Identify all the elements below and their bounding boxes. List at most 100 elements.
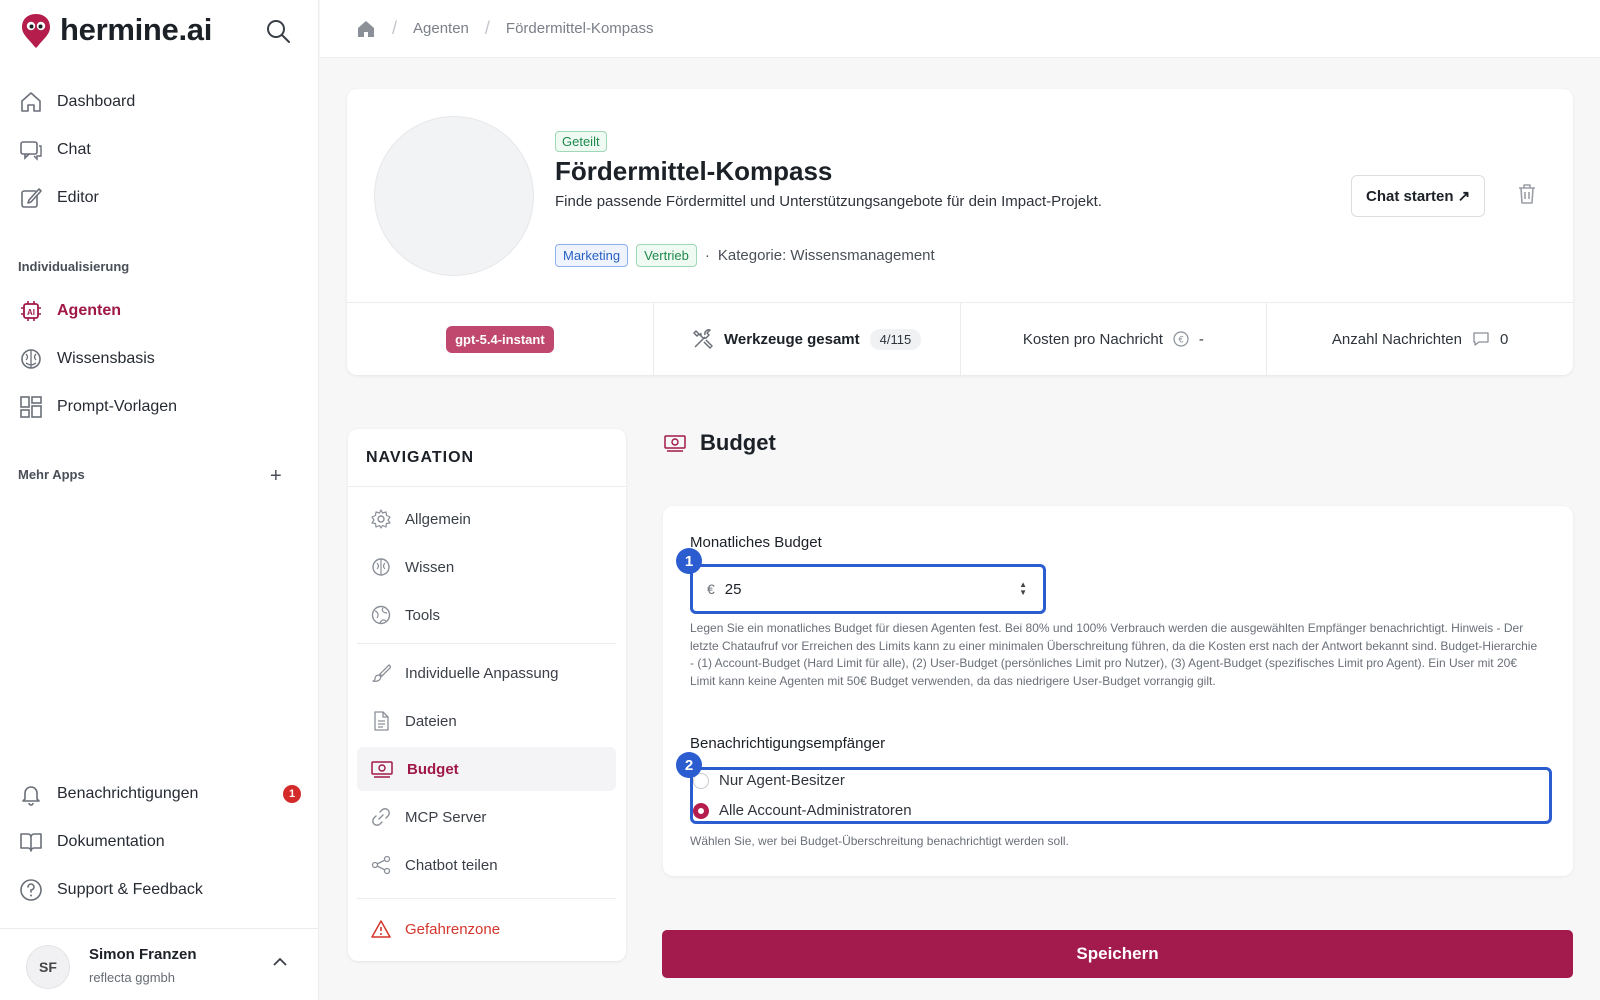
breadcrumb-agenten[interactable]: Agenten — [413, 20, 469, 37]
sidebar-item-label: Prompt-Vorlagen — [57, 398, 178, 415]
add-app-button[interactable]: + — [270, 466, 282, 486]
save-button[interactable]: Speichern — [662, 930, 1573, 978]
breadcrumb-separator: / — [484, 18, 490, 38]
shared-badge: Geteilt — [555, 131, 607, 152]
cost-label: Kosten pro Nachricht — [1022, 330, 1163, 348]
page-title: Fördermittel-Kompass — [555, 156, 833, 186]
navigation-title: NAVIGATION — [366, 449, 475, 466]
nav-gefahrenzone[interactable]: Gefahrenzone — [357, 907, 616, 951]
money-icon — [664, 433, 686, 453]
sidebar-item-documentation[interactable]: Dokumentation — [18, 827, 165, 857]
trash-icon[interactable] — [1517, 183, 1537, 205]
breadcrumb-separator: / — [392, 18, 398, 38]
model-badge[interactable]: gpt-5.4-instant — [446, 325, 554, 353]
sidebar-item-dashboard[interactable]: Dashboard — [18, 87, 135, 117]
bell-icon — [18, 781, 44, 807]
radio-option-owner[interactable]: Nur Agent-Besitzer — [693, 772, 845, 789]
sidebar-item-wissensbasis[interactable]: Wissensbasis — [18, 344, 155, 374]
home-icon[interactable] — [356, 19, 376, 39]
section-title: Budget — [664, 430, 776, 456]
search-icon[interactable] — [265, 18, 293, 46]
nav-label: Chatbot teilen — [405, 856, 498, 874]
warning-icon — [371, 919, 391, 939]
brush-icon — [371, 663, 391, 683]
stat-messages: Anzahl Nachrichten 0 — [1267, 303, 1573, 375]
nav-label: Gefahrenzone — [405, 920, 501, 938]
nav-chatbot-teilen[interactable]: Chatbot teilen — [357, 843, 616, 887]
nav-dateien[interactable]: Dateien — [357, 699, 616, 743]
sidebar-item-label: Editor — [57, 189, 99, 206]
monthly-budget-field[interactable]: € ▲▼ — [690, 564, 1046, 614]
agent-header-card: Geteilt Fördermittel-Kompass Finde passe… — [347, 89, 1573, 375]
agent-category: Kategorie: Wissensmanagement — [717, 247, 935, 264]
stat-cost: Kosten pro Nachricht € - — [961, 303, 1268, 375]
svg-text:€: € — [1178, 335, 1183, 345]
nav-mcp-server[interactable]: MCP Server — [357, 795, 616, 839]
divider — [348, 486, 626, 487]
sidebar-item-label: Agenten — [57, 302, 121, 319]
agent-stats: gpt-5.4-instant Werkzeuge gesamt 4/115 K… — [347, 302, 1573, 375]
radio-option-admins[interactable]: Alle Account-Administratoren — [693, 802, 912, 819]
link-icon — [371, 807, 391, 827]
section-title-more-apps: Mehr Apps — [18, 467, 85, 482]
breadcrumb-current: Fördermittel-Kompass — [505, 20, 654, 37]
sidebar-item-chat[interactable]: Chat — [18, 135, 91, 165]
euro-icon: € — [1173, 331, 1189, 347]
cost-value: - — [1198, 330, 1204, 348]
separator-dot: · — [704, 247, 710, 264]
sidebar-item-editor[interactable]: Editor — [18, 183, 99, 213]
nav-label: Individuelle Anpassung — [405, 664, 559, 682]
topbar: / Agenten / Fördermittel-Kompass — [320, 0, 1600, 58]
sidebar-item-label: Dashboard — [57, 93, 136, 110]
agent-tags: Marketing Vertrieb · Kategorie: Wissensm… — [555, 244, 935, 267]
budget-input[interactable] — [724, 580, 985, 598]
help-icon — [18, 877, 44, 903]
breadcrumb: / Agenten / Fördermittel-Kompass — [356, 18, 653, 39]
nav-label: Dateien — [405, 712, 457, 730]
sidebar-item-notifications[interactable]: Benachrichtigungen — [18, 779, 198, 809]
nav-allgemein[interactable]: Allgemein — [357, 497, 616, 541]
currency-symbol: € — [707, 581, 715, 597]
radio-button-checked[interactable] — [693, 802, 709, 819]
book-icon — [18, 829, 44, 855]
sidebar-item-label: Wissensbasis — [57, 350, 155, 367]
tools-count: 4/115 — [869, 328, 922, 350]
sidebar-item-label: Chat — [57, 141, 91, 158]
nav-tools[interactable]: Tools — [357, 593, 616, 637]
agent-description: Finde passende Fördermittel und Unterstü… — [555, 193, 1102, 210]
recipients-label: Benachrichtigungsempfänger — [690, 735, 886, 752]
nav-budget[interactable]: Budget — [357, 747, 616, 791]
sidebar-item-support[interactable]: Support & Feedback — [18, 875, 203, 905]
brain-icon — [18, 346, 44, 372]
radio-label: Alle Account-Administratoren — [719, 802, 912, 819]
globe-icon — [371, 605, 391, 625]
logo[interactable]: hermine.ai — [20, 12, 212, 48]
messages-value: 0 — [1499, 330, 1509, 348]
user-menu[interactable]: SF Simon Franzen reflecta ggmbh — [0, 928, 319, 1000]
tag-vertrieb: Vertrieb — [636, 244, 697, 267]
edit-icon — [18, 185, 44, 211]
sidebar-item-label: Benachrichtigungen — [57, 785, 199, 802]
nav-wissen[interactable]: Wissen — [357, 545, 616, 589]
budget-title: Budget — [700, 430, 776, 455]
chevron-up-icon[interactable] — [273, 957, 287, 967]
tools-icon — [692, 328, 714, 350]
number-stepper-icon[interactable]: ▲ ▼ — [1019, 581, 1027, 597]
sidebar-item-prompt-vorlagen[interactable]: Prompt-Vorlagen — [18, 392, 177, 422]
divider — [357, 898, 616, 899]
money-icon — [371, 759, 393, 779]
start-chat-button[interactable]: Chat starten ↗ — [1351, 175, 1486, 217]
tools-label: Werkzeuge gesamt — [724, 330, 860, 348]
gear-icon — [371, 509, 391, 529]
section-title-individual: Individualisierung — [18, 259, 130, 274]
brain-icon — [371, 557, 391, 577]
logo-text: hermine.ai — [60, 12, 213, 47]
settings-navigation: NAVIGATION Allgemein Wissen Tools Indivi… — [348, 429, 626, 961]
stat-tools: Werkzeuge gesamt 4/115 — [654, 303, 961, 375]
file-icon — [371, 711, 391, 731]
message-icon — [1472, 331, 1490, 347]
nav-label: MCP Server — [405, 808, 487, 826]
sidebar-item-agenten[interactable]: AI Agenten — [18, 296, 121, 326]
svg-text:AI: AI — [27, 308, 35, 317]
nav-individuelle-anpassung[interactable]: Individuelle Anpassung — [357, 651, 616, 695]
